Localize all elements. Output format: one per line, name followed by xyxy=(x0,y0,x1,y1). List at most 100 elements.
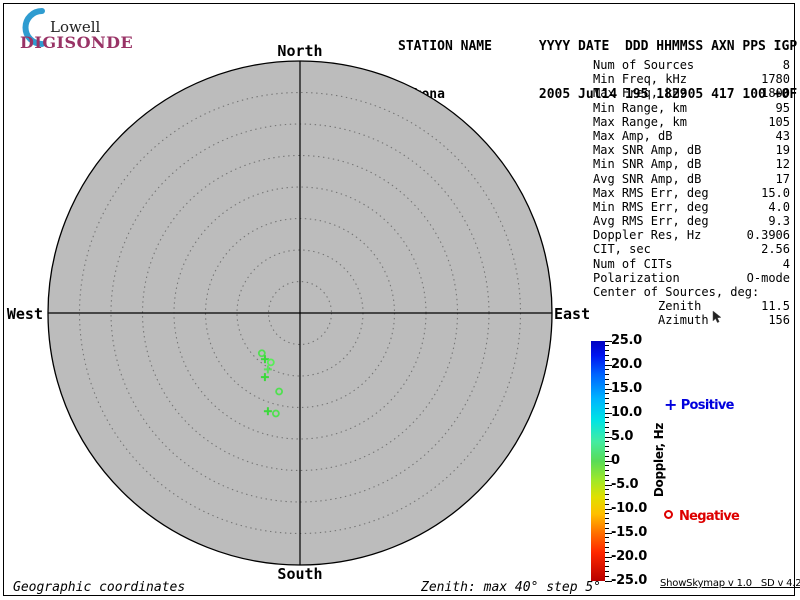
stat-label: Avg RMS Err, deg xyxy=(593,214,709,229)
stat-value: 9.3 xyxy=(768,214,790,229)
stat-value: 0.3906 xyxy=(746,228,790,243)
stat-label: Num of Sources xyxy=(593,58,695,72)
colorbar-minor-tick xyxy=(605,446,609,448)
stat-value: 2.56 xyxy=(761,242,790,257)
compass-south-label: South xyxy=(277,565,323,583)
stat-value: 19 xyxy=(775,143,790,158)
stat-row: Max RMS Err, deg 15.0 xyxy=(593,186,790,200)
stat-row: Min RMS Err, deg 4.0 xyxy=(593,200,790,214)
colorbar-minor-tick xyxy=(605,570,609,572)
colorbar-tick-label: 10.0 xyxy=(611,405,642,420)
colorbar-tick-label: 15.0 xyxy=(611,381,642,396)
stat-row: Min Freq, kHz 1780 xyxy=(593,72,790,86)
colorbar-minor-tick xyxy=(605,518,609,520)
stat-value: 95 xyxy=(775,100,790,115)
colorbar-tick-label: 0 xyxy=(611,453,620,468)
skymap-plot xyxy=(47,60,553,566)
colorbar-minor-tick xyxy=(605,450,609,452)
stat-label: Center of Sources, deg: xyxy=(593,285,760,299)
colorbar-minor-tick xyxy=(605,494,609,496)
colorbar-minor-tick xyxy=(605,431,609,433)
legend-positive: + Positive xyxy=(664,395,734,414)
lowell-digisonde-logo: Lowell DIGISONDE xyxy=(12,6,142,52)
stat-row: Avg SNR Amp, dB 17 xyxy=(593,172,790,186)
version-text: ShowSkymap v 1.0 SD v 4.2 xyxy=(660,578,800,589)
colorbar-minor-tick xyxy=(605,383,609,385)
colorbar-minor-tick xyxy=(605,503,609,505)
stat-row: Zenith 11.5 xyxy=(593,299,790,313)
colorbar-minor-tick xyxy=(605,474,609,476)
compass-north-label: North xyxy=(277,42,323,60)
colorbar-minor-tick xyxy=(605,566,609,568)
stat-value: 156 xyxy=(768,313,790,328)
colorbar-minor-tick xyxy=(605,470,609,472)
stat-label: Azimuth xyxy=(593,313,709,328)
stat-value: 1800 xyxy=(761,86,790,101)
logo-digisonde-text: DIGISONDE xyxy=(20,33,134,52)
stat-label: Max RMS Err, deg xyxy=(593,185,709,200)
circle-icon xyxy=(664,510,673,519)
colorbar-minor-tick xyxy=(605,479,609,481)
stat-value: 17 xyxy=(775,171,790,186)
colorbar-minor-tick xyxy=(605,561,609,563)
colorbar-minor-tick xyxy=(605,441,609,443)
colorbar-minor-tick xyxy=(605,402,609,404)
colorbar-minor-tick xyxy=(605,542,609,544)
stat-label: Min Freq, kHz xyxy=(593,72,687,87)
stat-label: Max Range, km xyxy=(593,114,687,129)
stat-row: Min Range, km 95 xyxy=(593,101,790,115)
colorbar-minor-tick xyxy=(605,527,609,529)
legend-negative: Negative xyxy=(664,509,740,524)
stat-row: Center of Sources, deg: xyxy=(593,285,790,299)
stat-label: Max Freq, kHz xyxy=(593,86,687,101)
stat-label: Min SNR Amp, dB xyxy=(593,157,702,172)
header-columns-row: STATION NAME YYYY DATE DDD HHMMSS AXN PP… xyxy=(398,39,798,54)
plus-icon: + xyxy=(664,395,677,414)
colorbar-tick-label: -15.0 xyxy=(611,525,647,540)
stat-value: 15.0 xyxy=(761,185,790,200)
colorbar-minor-tick xyxy=(605,522,609,524)
stat-row: Avg RMS Err, deg 9.3 xyxy=(593,214,790,228)
stat-value: 4 xyxy=(782,256,790,271)
colorbar-minor-tick xyxy=(605,498,609,500)
stat-row: Max Freq, kHz 1800 xyxy=(593,86,790,100)
stat-label: Min RMS Err, deg xyxy=(593,199,709,214)
colorbar-minor-tick xyxy=(605,546,609,548)
stats-panel: Num of Sources 8 Min Freq, kHz 1780 Max Freq… xyxy=(593,58,790,328)
colorbar-tick-label: -20.0 xyxy=(611,549,647,564)
stat-label: Avg SNR Amp, dB xyxy=(593,171,702,186)
stat-value: 11.5 xyxy=(761,299,790,314)
colorbar-tick-label: 25.0 xyxy=(611,333,642,348)
legend-positive-label: Positive xyxy=(680,398,735,413)
colorbar-minor-tick xyxy=(605,489,609,491)
stat-row: Max Range, km 105 xyxy=(593,115,790,129)
stat-row: Doppler Res, Hz 0.3906 xyxy=(593,228,790,242)
colorbar-minor-tick xyxy=(605,537,609,539)
coordinate-system-label: Geographic coordinates xyxy=(13,580,186,595)
colorbar-minor-tick xyxy=(605,465,609,467)
stat-row: Max Amp, dB 43 xyxy=(593,129,790,143)
colorbar-minor-tick xyxy=(605,417,609,419)
stat-value: O-mode xyxy=(746,270,790,285)
stat-value: 8 xyxy=(782,58,790,72)
colorbar-minor-tick xyxy=(605,350,609,352)
stat-value: 4.0 xyxy=(768,199,790,214)
colorbar-minor-tick xyxy=(605,393,609,395)
stat-label: Min Range, km xyxy=(593,100,687,115)
mouse-cursor-icon xyxy=(712,310,722,323)
colorbar-minor-tick xyxy=(605,455,609,457)
stat-label: CIT, sec xyxy=(593,242,651,257)
colorbar-tick-label: -25.0 xyxy=(611,573,647,588)
legend-negative-label: Negative xyxy=(679,509,740,524)
colorbar-minor-tick xyxy=(605,369,609,371)
stat-row: Num of Sources 8 xyxy=(593,58,790,72)
colorbar-minor-tick xyxy=(605,422,609,424)
stat-row: Polarization O-mode xyxy=(593,271,790,285)
colorbar-minor-tick xyxy=(605,374,609,376)
compass-west-label: West xyxy=(6,305,43,323)
colorbar-tick-label: 5.0 xyxy=(611,429,634,444)
showskymap-window: Lowell DIGISONDE STATION NAME YYYY DATE … xyxy=(0,0,800,600)
colorbar-minor-tick xyxy=(605,345,609,347)
colorbar-minor-tick xyxy=(605,551,609,553)
stat-row: Num of CITs 4 xyxy=(593,257,790,271)
